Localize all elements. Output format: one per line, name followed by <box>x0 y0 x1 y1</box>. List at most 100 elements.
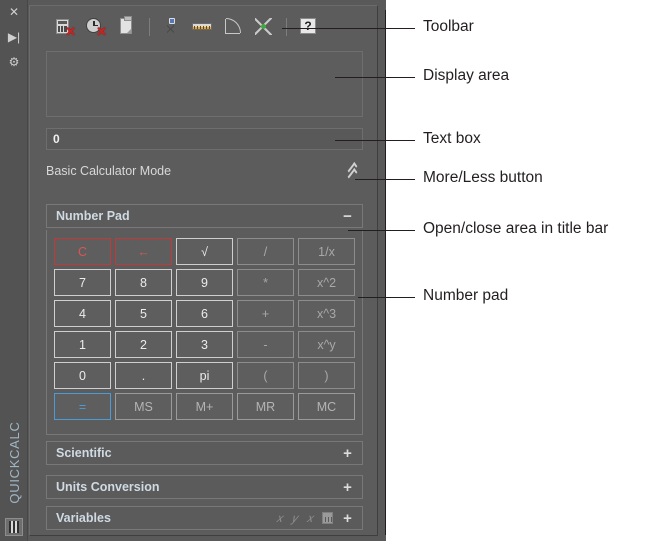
display-area[interactable] <box>46 51 363 117</box>
edit-variable-icon[interactable]: 𝑦 <box>292 512 298 524</box>
key-[interactable]: √ <box>176 238 233 265</box>
key-MS[interactable]: MS <box>115 393 172 420</box>
key-1x[interactable]: 1/x <box>298 238 355 265</box>
number-pad-grid: C ← √/1/x 7 8 9 * x^2 4 5 6 + x^3 1 2 3- x^y 0. pi() = MS M+ M… <box>54 238 355 420</box>
annotation-vertical-rule <box>385 10 386 535</box>
toolbar: ✕ ✕ ? <box>30 6 377 47</box>
number-pad: C ← √/1/x 7 8 9 * x^2 4 5 6 + x^3 1 2 3- x^y 0. pi() = MS M+ M… <box>46 230 363 435</box>
expand-toggle-variables[interactable]: + <box>342 511 353 526</box>
intersection-button[interactable] <box>251 14 277 40</box>
toolbar-separator-2 <box>286 17 287 36</box>
expand-toggle-units-conversion[interactable]: + <box>342 480 353 495</box>
section-title-variables: Variables <box>56 511 111 525</box>
key-0[interactable]: 0 <box>54 362 111 389</box>
screenshot-root: ✕ ▶| ⚙ QUICKCALC ✕ ✕ ? 0 Basic Calculato… <box>0 0 647 541</box>
clock-clear-icon: ✕ <box>86 17 107 38</box>
key-MC[interactable]: MC <box>298 393 355 420</box>
pick-point-icon <box>161 17 181 37</box>
key-[interactable]: ( <box>237 362 294 389</box>
section-header-controls-number-pad: − <box>342 209 353 224</box>
ruler-icon <box>192 17 212 37</box>
angle-button[interactable] <box>220 14 246 40</box>
distance-button[interactable] <box>189 14 215 40</box>
new-variable-icon[interactable]: 𝑥 <box>276 512 283 524</box>
palette-title-strip: ✕ ▶| ⚙ QUICKCALC <box>0 0 28 541</box>
key-MR[interactable]: MR <box>237 393 294 420</box>
section-title-number-pad: Number Pad <box>56 209 130 223</box>
annotation-leader-internal <box>358 297 385 298</box>
expression-text-box[interactable]: 0 <box>46 128 363 150</box>
key-[interactable]: = <box>54 393 111 420</box>
annotation-label: Toolbar <box>423 18 474 35</box>
annotation-label: Number pad <box>423 287 509 304</box>
calculator-glyph <box>9 521 19 533</box>
key-[interactable]: ← <box>115 238 172 265</box>
section-title-scientific: Scientific <box>56 446 112 460</box>
key-6[interactable]: 6 <box>176 300 233 327</box>
key-[interactable]: + <box>237 300 294 327</box>
calculator-icon[interactable] <box>5 518 23 536</box>
annotation-leader <box>385 28 415 29</box>
key-[interactable]: . <box>115 362 172 389</box>
key-[interactable]: ) <box>298 362 355 389</box>
section-header-controls-scientific: + <box>342 446 353 461</box>
key-x3[interactable]: x^3 <box>298 300 355 327</box>
intersection-icon <box>254 17 274 37</box>
annotation-leader <box>385 140 415 141</box>
key-xy[interactable]: x^y <box>298 331 355 358</box>
annotation-label: More/Less button <box>423 169 543 186</box>
paste-to-command-line-button[interactable] <box>114 14 140 40</box>
section-header-units-conversion[interactable]: Units Conversion + <box>46 475 363 499</box>
annotation-leader-internal <box>282 28 385 29</box>
quickcalc-palette: ✕ ▶| ⚙ QUICKCALC ✕ ✕ ? 0 Basic Calculato… <box>0 0 386 541</box>
delete-variable-icon[interactable]: 𝑥 <box>306 512 313 524</box>
key-9[interactable]: 9 <box>176 269 233 296</box>
key-x2[interactable]: x^2 <box>298 269 355 296</box>
collapse-toggle-number-pad[interactable]: − <box>342 209 353 224</box>
key-2[interactable]: 2 <box>115 331 172 358</box>
section-header-controls-variables: 𝑥 𝑦 𝑥 + <box>276 511 353 526</box>
annotation-leader-internal <box>335 140 385 141</box>
return-variable-icon[interactable] <box>322 512 333 524</box>
section-header-variables[interactable]: Variables 𝑥 𝑦 𝑥 + <box>46 506 363 530</box>
help-button[interactable]: ? <box>295 14 321 40</box>
properties-icon[interactable]: ⚙ <box>5 54 23 70</box>
key-7[interactable]: 7 <box>54 269 111 296</box>
section-header-number-pad[interactable]: Number Pad − <box>46 204 363 228</box>
annotation-leader <box>385 179 415 180</box>
key-5[interactable]: 5 <box>115 300 172 327</box>
auto-hide-icon[interactable]: ▶| <box>5 29 23 45</box>
calculator-mode-row: Basic Calculator Mode <box>46 158 363 184</box>
clear-button[interactable]: ✕ <box>52 14 78 40</box>
calculator-clear-icon: ✕ <box>55 17 76 38</box>
key-3[interactable]: 3 <box>176 331 233 358</box>
help-icon: ? <box>298 17 318 37</box>
key-[interactable]: / <box>237 238 294 265</box>
calculator-mode-label: Basic Calculator Mode <box>46 164 172 178</box>
key-C[interactable]: C <box>54 238 111 265</box>
angle-icon <box>223 17 243 37</box>
key-pi[interactable]: pi <box>176 362 233 389</box>
key-1[interactable]: 1 <box>54 331 111 358</box>
section-header-scientific[interactable]: Scientific + <box>46 441 363 465</box>
annotation-leader-internal <box>335 77 385 78</box>
get-coordinates-button[interactable] <box>158 14 184 40</box>
key-M[interactable]: M+ <box>176 393 233 420</box>
key-[interactable]: * <box>237 269 294 296</box>
section-header-controls-units-conversion: + <box>342 480 353 495</box>
annotation-leader-internal <box>348 230 385 231</box>
palette-body: ✕ ✕ ? 0 Basic Calculator Mode Number Pad… <box>29 5 378 536</box>
key-8[interactable]: 8 <box>115 269 172 296</box>
close-icon[interactable]: ✕ <box>5 4 23 20</box>
key-4[interactable]: 4 <box>54 300 111 327</box>
palette-strip-icons: ✕ ▶| ⚙ <box>0 4 28 70</box>
annotation-leader <box>385 230 415 231</box>
section-title-units-conversion: Units Conversion <box>56 480 160 494</box>
toolbar-separator-1 <box>149 17 150 36</box>
paste-icon <box>117 15 137 37</box>
key-[interactable]: - <box>237 331 294 358</box>
annotation-label: Text box <box>423 130 481 147</box>
expand-toggle-scientific[interactable]: + <box>342 446 353 461</box>
annotation-leader-internal <box>355 179 385 180</box>
clear-history-button[interactable]: ✕ <box>83 14 109 40</box>
